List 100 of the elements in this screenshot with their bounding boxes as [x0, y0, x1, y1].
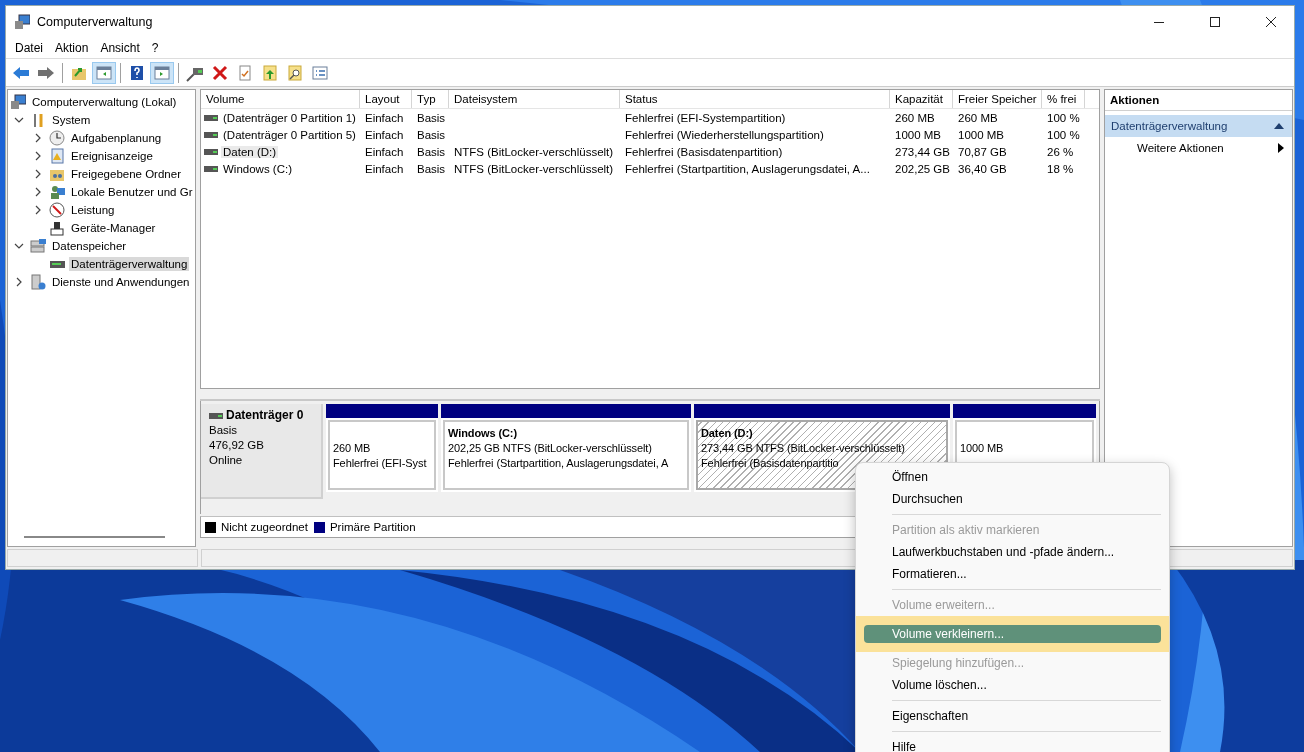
expander-icon[interactable] [14, 277, 24, 287]
table-cell: 1000 MB [895, 128, 942, 141]
tree-item[interactable]: Datenspeicher [50, 239, 129, 253]
folder-search-icon [286, 63, 304, 82]
maximize-icon [1210, 17, 1220, 27]
table-cell[interactable]: Daten (D:) [221, 145, 279, 158]
disk-size: 476,92 GB [209, 438, 265, 453]
table-cell: 100 % [1047, 111, 1080, 124]
tree-item[interactable]: Lokale Benutzer und Gr [69, 185, 195, 199]
table-cell: Einfach [365, 128, 404, 141]
gauge-icon [49, 202, 65, 218]
actions-section[interactable]: Datenträgerverwaltung [1105, 115, 1292, 137]
tree-item[interactable]: Datenträgerverwaltung [69, 257, 190, 271]
partition-text: Fehlerfrei (Startpartition, Auslagerungsdatei, A [448, 456, 670, 471]
panel-icon [153, 63, 171, 82]
partition-text: 260 MB [333, 441, 372, 456]
table-cell: 1000 MB [958, 128, 1005, 141]
column-header[interactable]: Typ [412, 90, 449, 108]
log-icon [49, 148, 65, 164]
table-cell[interactable]: (Datenträger 0 Partition 1) [221, 111, 358, 124]
disk-info-panel[interactable]: Datenträger 0 Basis 476,92 GB Online [201, 404, 323, 499]
table-cell: Einfach [365, 111, 404, 124]
tree-item[interactable]: Leistung [69, 203, 117, 217]
menu-item[interactable]: Formatieren... [864, 565, 1161, 583]
window-title: Computerverwaltung [37, 15, 153, 29]
table-cell: 202,25 GB [895, 162, 950, 175]
tree-item[interactable]: System [50, 113, 93, 127]
column-header[interactable]: Layout [360, 90, 412, 108]
list-icon [311, 63, 329, 82]
checked-document-icon [236, 63, 254, 82]
legend-label: Primäre Partition [329, 521, 416, 533]
menu-item[interactable]: Laufwerkbuchstaben und -pfade ändern... [864, 543, 1161, 561]
table-cell: NTFS (BitLocker-verschlüsselt) [454, 162, 614, 175]
expander-icon[interactable] [33, 169, 43, 179]
column-header[interactable]: Volume [201, 90, 360, 108]
storage-icon [30, 238, 46, 254]
tree-item[interactable]: Geräte-Manager [69, 221, 158, 235]
clock-icon [49, 130, 65, 146]
menu-item[interactable]: Aktion [49, 39, 95, 57]
menu-item[interactable]: Ansicht [94, 39, 146, 57]
toolbar-button[interactable] [150, 61, 174, 84]
expander-icon[interactable] [33, 187, 43, 197]
column-header[interactable]: % frei [1042, 90, 1085, 108]
expander-icon[interactable] [14, 241, 24, 251]
tree-item[interactable]: Freigegebene Ordner [69, 167, 183, 181]
computer-icon [10, 94, 26, 110]
menu-item[interactable]: Volume verkleinern... [864, 625, 1161, 643]
table-cell: Basis [417, 162, 446, 175]
menu-item[interactable]: Hilfe [864, 738, 1161, 752]
legend-label: Nicht zugeordnet [221, 521, 308, 533]
menu-item[interactable]: ? [145, 39, 165, 57]
table-cell: 100 % [1047, 128, 1080, 141]
table-cell: Fehlerfrei (Basisdatenpartition) [625, 145, 783, 158]
tree-item[interactable]: Computerverwaltung (Lokal) [30, 95, 179, 109]
expander-icon[interactable] [33, 205, 43, 215]
table-cell[interactable]: Windows (C:) [221, 162, 294, 175]
table-cell: Einfach [365, 145, 404, 158]
menu-item[interactable]: Volume löschen... [864, 676, 1161, 694]
table-cell[interactable]: (Datenträger 0 Partition 5) [221, 128, 358, 141]
menu-item[interactable]: Eigenschaften [864, 707, 1161, 725]
partition-block[interactable]: 260 MB Fehlerfrei (EFI-Syst [326, 404, 438, 492]
column-header[interactable]: Freier Speicher [953, 90, 1042, 108]
actions-header: Aktionen [1105, 90, 1292, 111]
action-link[interactable]: Weitere Aktionen [1105, 137, 1292, 159]
folder-up-icon [261, 63, 279, 82]
table-cell: 18 % [1047, 162, 1074, 175]
tree-item[interactable]: Dienste und Anwendungen [50, 275, 192, 289]
table-cell: 70,87 GB [958, 145, 1007, 158]
expander-icon[interactable] [14, 115, 24, 125]
partition-text: Fehlerfrei (Basisdatenpartitio [701, 456, 840, 471]
toolbar-button[interactable] [92, 61, 116, 84]
partition-title: Daten (D:) [701, 426, 754, 441]
partition-block[interactable]: Windows (C:) 202,25 GB NTFS (BitLocker-verschlüsselt) Fehlerfrei (Startpartition, Auslagerungsdatei, A [441, 404, 691, 492]
submenu-arrow-icon [1278, 143, 1284, 153]
table-cell: 273,44 GB [895, 145, 950, 158]
table-cell: Fehlerfrei (EFI-Systempartition) [625, 111, 786, 124]
table-cell: 26 % [1047, 145, 1074, 158]
scrollbar[interactable] [24, 536, 165, 538]
menu-item[interactable]: Durchsuchen [864, 490, 1161, 508]
panel-icon [95, 63, 113, 82]
table-cell: Basis [417, 145, 446, 158]
table-cell: Basis [417, 111, 446, 124]
column-header[interactable]: Dateisystem [449, 90, 620, 108]
services-icon [30, 274, 46, 290]
expander-icon[interactable] [33, 151, 43, 161]
table-cell: Fehlerfrei (Startpartition, Auslagerungsdatei, A... [625, 162, 870, 175]
table-cell: Basis [417, 128, 446, 141]
table-cell: 260 MB [958, 111, 998, 124]
table-cell: 36,40 GB [958, 162, 1007, 175]
partition-title: Windows (C:) [448, 426, 518, 441]
column-header[interactable]: Kapazität [890, 90, 953, 108]
menu-item[interactable]: Datei [9, 39, 49, 57]
delete-icon [211, 63, 229, 82]
partition-text: 273,44 GB NTFS (BitLocker-verschlüsselt) [701, 441, 906, 456]
disk-name: Datenträger 0 [226, 408, 304, 423]
tree-item[interactable]: Ereignisanzeige [69, 149, 155, 163]
tree-item[interactable]: Aufgabenplanung [69, 131, 164, 145]
expander-icon[interactable] [33, 133, 43, 143]
collapse-icon [1274, 122, 1284, 130]
column-header[interactable]: Status [620, 90, 890, 108]
